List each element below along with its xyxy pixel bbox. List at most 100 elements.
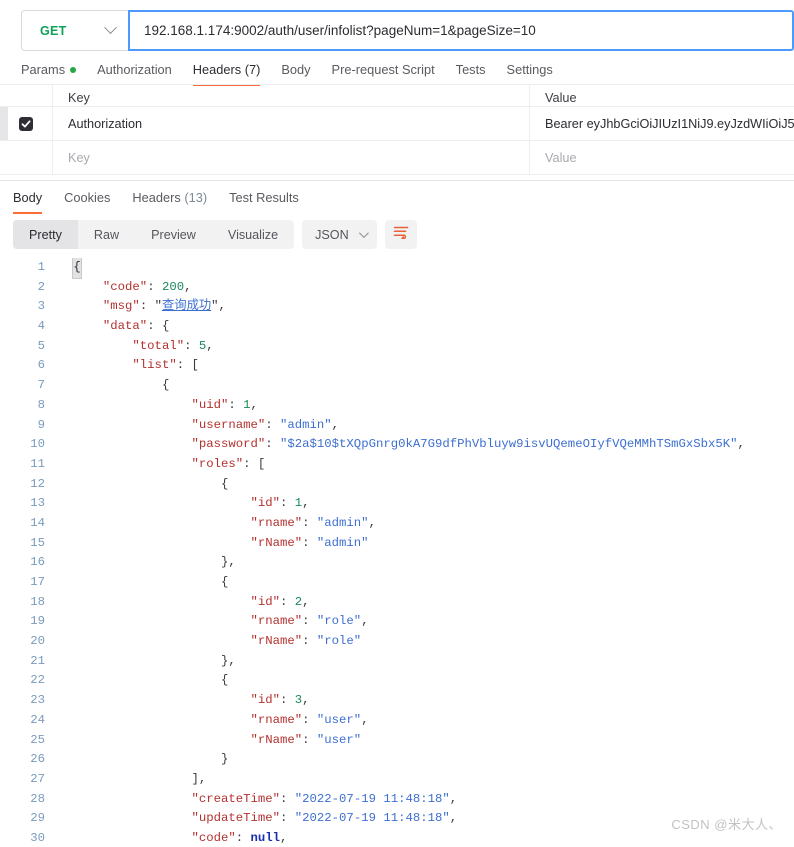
- view-preview-button[interactable]: Preview: [135, 220, 212, 249]
- line-number: 4: [37, 319, 45, 334]
- token-key: "uid": [191, 397, 229, 412]
- code-text: "rName": "admin": [66, 534, 794, 554]
- line-number: 24: [30, 712, 45, 727]
- header-value-cell[interactable]: Bearer eyJhbGciOiJIUzI1NiJ9.eyJzdWIiOiJ5…: [530, 107, 794, 140]
- response-tab-cookies[interactable]: Cookies: [64, 190, 110, 214]
- word-wrap-icon: [393, 225, 409, 244]
- header-key-cell[interactable]: Authorization: [53, 107, 530, 140]
- tab-headers[interactable]: Headers (7): [192, 62, 274, 86]
- line-number: 1: [37, 260, 45, 274]
- token-punc: {: [220, 476, 229, 491]
- token-key: "rName": [250, 732, 303, 747]
- code-line: 28 "createTime": "2022-07-19 11:48:18",: [0, 790, 794, 810]
- line-number: 28: [30, 791, 45, 806]
- tab-body[interactable]: Body: [281, 62, 323, 86]
- code-text: "rName": "role": [66, 632, 794, 652]
- view-raw-button[interactable]: Raw: [78, 220, 135, 249]
- token-punc: :: [235, 830, 251, 845]
- token-key: "total": [132, 338, 185, 353]
- response-tab-headers[interactable]: Headers (13): [132, 190, 207, 214]
- word-wrap-toggle[interactable]: [384, 220, 417, 249]
- line-number: 18: [30, 594, 45, 609]
- response-tab-body[interactable]: Body: [13, 190, 43, 214]
- response-view-segmented-control: Pretty Raw Preview Visualize: [13, 220, 295, 249]
- header-key-cell-empty[interactable]: Key: [53, 141, 530, 174]
- line-number: 27: [30, 771, 45, 786]
- token-str: "2022-07-19 11:48:18": [294, 791, 450, 806]
- code-line: 18 "id": 2,: [0, 593, 794, 613]
- line-number: 30: [30, 830, 45, 845]
- http-method-select[interactable]: GET: [21, 10, 128, 51]
- code-text: {: [66, 475, 794, 495]
- headers-table: Key Value Authorization Bearer eyJhbGciO…: [0, 84, 794, 175]
- token-punc: }: [220, 752, 229, 767]
- code-line: 7 {: [0, 376, 794, 396]
- code-line: 3 "msg": "查询成功",: [0, 297, 794, 317]
- tab-params[interactable]: Params: [21, 62, 89, 86]
- token-str: "$2a$10$tXQpGnrg0kA7G9dfPhVbluyw9isvUQem…: [280, 437, 738, 452]
- response-tab-test-results[interactable]: Test Results: [229, 190, 299, 214]
- code-line: 11 "roles": [: [0, 455, 794, 475]
- token-punc: {: [161, 378, 170, 393]
- token-punc: ",: [211, 299, 226, 314]
- code-line: 2 "code": 200,: [0, 278, 794, 298]
- token-punc: : [: [176, 358, 199, 373]
- token-str: "admin": [280, 417, 332, 432]
- code-text: "id": 2,: [66, 593, 794, 613]
- row-checkbox-cell: [0, 141, 53, 174]
- code-text: "username": "admin",: [66, 416, 794, 436]
- code-line: 14 "rname": "admin",: [0, 514, 794, 534]
- token-num: 200: [161, 279, 185, 294]
- token-punc: :: [302, 732, 317, 747]
- token-punc: :: [280, 594, 295, 609]
- column-header-key: Key: [53, 85, 530, 106]
- checkbox-checked-icon[interactable]: [19, 116, 33, 131]
- code-line: 25 "rName": "user": [0, 731, 794, 751]
- table-row[interactable]: Authorization Bearer eyJhbGciOiJIUzI1NiJ…: [0, 107, 794, 141]
- token-key: "id": [250, 693, 281, 708]
- view-pretty-button[interactable]: Pretty: [13, 220, 78, 249]
- code-line: 27 ],: [0, 770, 794, 790]
- tab-authorization[interactable]: Authorization: [97, 62, 185, 86]
- url-text: 192.168.1.174:9002/auth/user/infolist?pa…: [144, 23, 536, 38]
- line-number: 5: [37, 338, 45, 353]
- token-key: "list": [132, 358, 177, 373]
- token-str: "role": [316, 634, 362, 649]
- chevron-down-icon: [358, 228, 369, 239]
- view-visualize-button[interactable]: Visualize: [212, 220, 294, 249]
- code-text: "total": 5,: [66, 337, 794, 357]
- code-text: },: [66, 652, 794, 672]
- line-number: 7: [37, 378, 45, 393]
- header-value-cell-empty[interactable]: Value: [530, 141, 794, 174]
- token-punc: :: [302, 535, 317, 550]
- url-input[interactable]: 192.168.1.174:9002/auth/user/infolist?pa…: [128, 10, 794, 51]
- code-line: 10 "password": "$2a$10$tXQpGnrg0kA7G9dfP…: [0, 435, 794, 455]
- token-key: "id": [250, 496, 281, 511]
- tab-tests[interactable]: Tests: [456, 62, 499, 86]
- code-text: {: [66, 671, 794, 691]
- response-body-code-viewer[interactable]: 1 {2 "code": 200, 3 "msg": "查询成功", 4 "data…: [0, 258, 794, 847]
- code-line: 26 }: [0, 750, 794, 770]
- token-key: "rName": [250, 634, 303, 649]
- tab-pre-request-script[interactable]: Pre-request Script: [332, 62, 448, 86]
- token-punc: :: [302, 712, 317, 727]
- content-type-select[interactable]: JSON: [302, 220, 377, 249]
- table-row[interactable]: Key Value: [0, 141, 794, 175]
- code-text: {: [66, 573, 794, 593]
- code-text: "code": 200,: [66, 278, 794, 298]
- tab-settings[interactable]: Settings: [507, 62, 566, 86]
- token-punc: ],: [191, 771, 207, 786]
- token-punc: ,: [250, 397, 258, 412]
